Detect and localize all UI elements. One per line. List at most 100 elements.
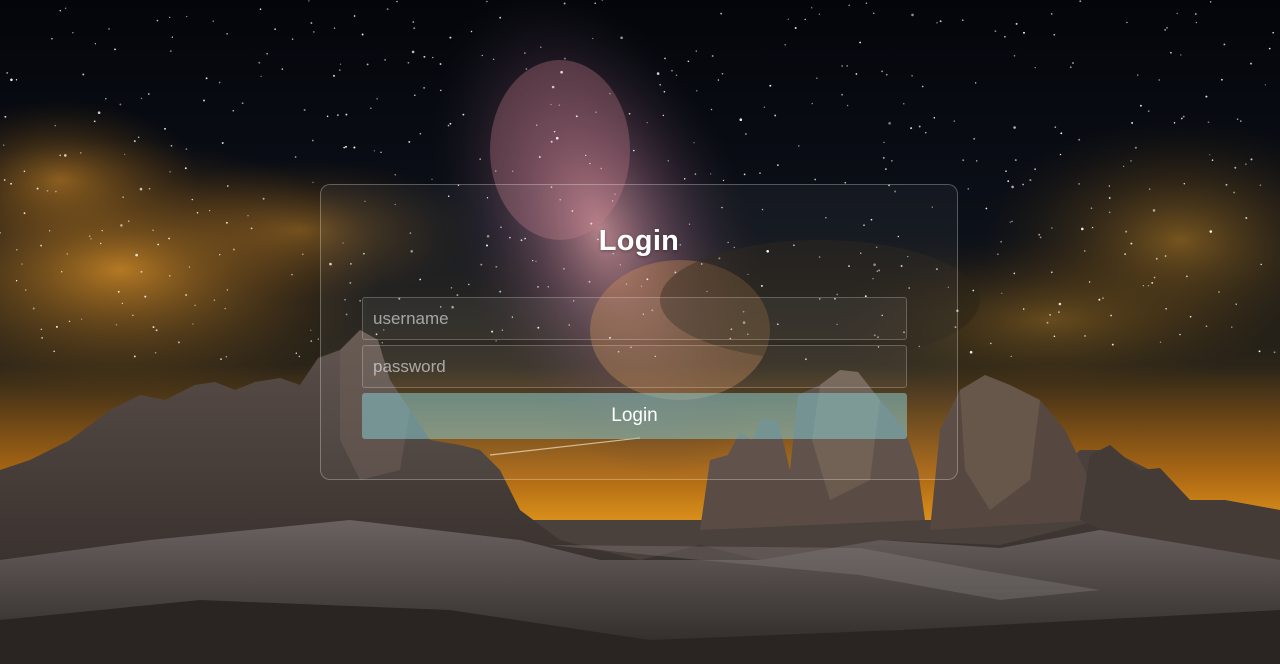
star [550, 140, 553, 143]
star [226, 33, 228, 35]
star [1207, 121, 1210, 124]
star [925, 132, 927, 134]
star [361, 33, 364, 36]
star [449, 36, 452, 39]
star [295, 352, 298, 355]
star [814, 178, 817, 181]
star [1260, 263, 1262, 266]
star [628, 112, 631, 115]
star [499, 16, 502, 19]
star [512, 170, 514, 172]
star [1102, 297, 1104, 299]
star [1142, 285, 1145, 287]
star [226, 185, 229, 187]
star [589, 162, 591, 165]
star [15, 79, 18, 81]
star [339, 63, 342, 65]
star [1236, 118, 1239, 120]
star [208, 209, 211, 212]
star [1136, 74, 1139, 76]
star [140, 97, 143, 100]
username-input[interactable] [362, 297, 907, 340]
star [985, 207, 988, 210]
star [1038, 233, 1041, 236]
star [1050, 271, 1053, 274]
star [1079, 0, 1082, 3]
star [431, 178, 433, 180]
star [291, 273, 293, 276]
star [888, 122, 891, 125]
star [1194, 13, 1197, 15]
star [336, 114, 339, 117]
star [575, 115, 578, 118]
star [1108, 185, 1111, 187]
login-button[interactable]: Login [362, 393, 907, 439]
star [1240, 120, 1242, 122]
star [953, 120, 956, 123]
star [1072, 62, 1074, 64]
star [1122, 165, 1125, 168]
star [1179, 333, 1181, 336]
star [6, 71, 9, 74]
star [80, 318, 83, 320]
star [592, 37, 594, 40]
star [1152, 209, 1156, 212]
star [720, 12, 722, 15]
star [972, 289, 975, 292]
star [1151, 281, 1154, 284]
star [440, 89, 442, 92]
star [212, 20, 215, 22]
star [1245, 217, 1248, 219]
star [1180, 54, 1182, 56]
star [470, 30, 473, 33]
star [811, 102, 813, 105]
star [1078, 183, 1080, 185]
star [609, 93, 611, 95]
star [1009, 221, 1011, 223]
star [155, 329, 158, 332]
star [408, 140, 411, 143]
star [169, 275, 171, 277]
star [595, 111, 597, 113]
star [258, 61, 261, 64]
star [185, 294, 188, 296]
star [848, 4, 850, 7]
star [423, 55, 426, 58]
star [633, 149, 635, 152]
star [804, 18, 806, 21]
star [419, 132, 422, 135]
star [15, 280, 18, 282]
star [1013, 126, 1016, 129]
star [414, 94, 416, 97]
star [711, 55, 714, 57]
login-title: Login [598, 225, 680, 257]
star [1034, 66, 1036, 69]
password-input[interactable] [362, 345, 907, 388]
star [301, 253, 304, 256]
star [169, 170, 171, 173]
star [687, 60, 690, 63]
star [120, 224, 123, 227]
star [345, 145, 347, 148]
star [1231, 326, 1233, 328]
star [1180, 117, 1183, 120]
star [481, 54, 483, 57]
star [1272, 31, 1274, 34]
star [662, 114, 664, 117]
star [1189, 315, 1192, 318]
star [191, 198, 194, 201]
star [1013, 55, 1016, 57]
star [186, 15, 188, 18]
star [903, 103, 905, 105]
star [560, 70, 563, 74]
star [303, 109, 306, 111]
star [910, 127, 913, 130]
star [192, 323, 194, 325]
star [694, 173, 697, 175]
star [1011, 185, 1014, 189]
star [345, 113, 348, 116]
star [1108, 211, 1111, 214]
star [144, 295, 147, 298]
star [449, 122, 452, 125]
star [310, 340, 313, 342]
